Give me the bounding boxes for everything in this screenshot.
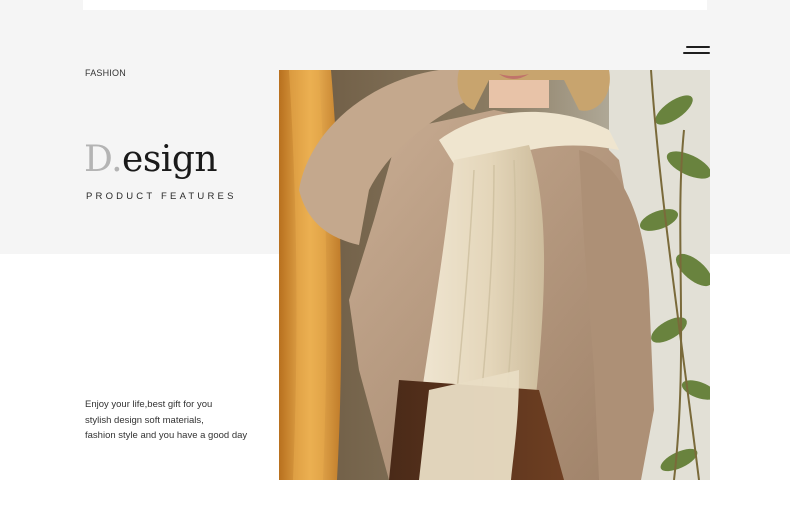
category-label: FASHION (85, 68, 126, 78)
product-photo (279, 70, 710, 480)
section-title: D.esign (84, 138, 218, 182)
menu-bar-bottom (683, 52, 710, 54)
hamburger-menu-icon[interactable] (683, 44, 710, 56)
section-subtitle: PRODUCT FEATURES (86, 191, 237, 202)
title-rest: esign (122, 139, 218, 180)
description-line-3: fashion style and you have a good day (85, 430, 248, 441)
title-initial: D. (84, 139, 123, 180)
menu-bar-top (686, 46, 710, 48)
description-text: Enjoy your life,best gift for you stylis… (85, 397, 270, 444)
description-line-2: stylish design soft materials, (85, 414, 204, 426)
top-strip (83, 0, 707, 10)
description-line-1: Enjoy your life,best gift for you (85, 399, 213, 410)
